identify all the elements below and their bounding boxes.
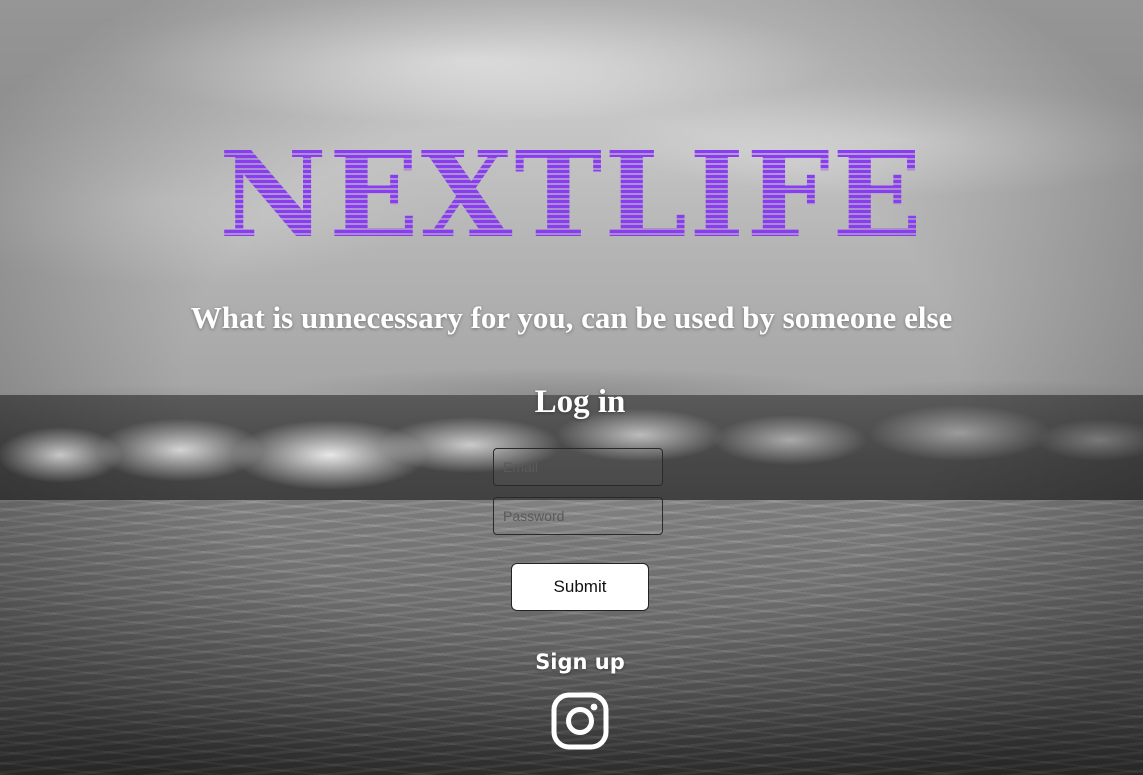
login-heading: Log in <box>534 384 626 420</box>
signup-link[interactable]: Sign up <box>0 648 1143 676</box>
brand-title: NEXTLIFE <box>0 130 1143 260</box>
password-field[interactable] <box>493 497 663 535</box>
instagram-icon <box>551 692 609 750</box>
submit-button[interactable]: Submit <box>511 563 649 611</box>
instagram-link[interactable] <box>551 692 609 750</box>
email-field[interactable] <box>493 448 663 486</box>
tagline: What is unnecessary for you, can be used… <box>190 300 953 335</box>
